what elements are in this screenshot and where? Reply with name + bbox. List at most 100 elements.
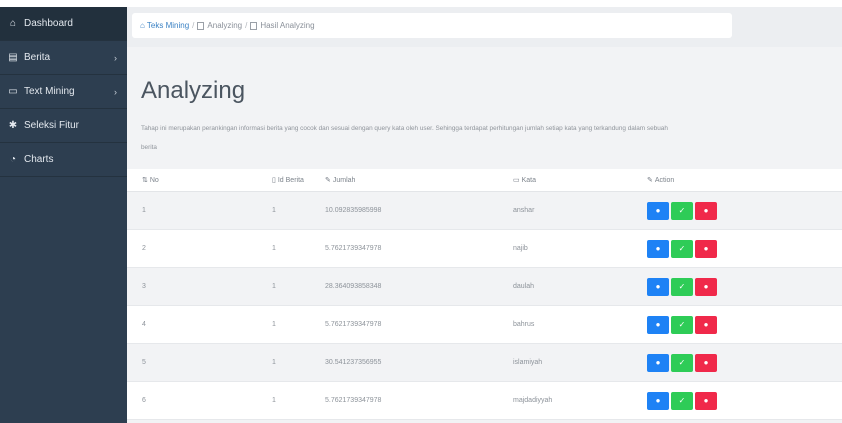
action-group: ● ✓ ● (647, 353, 842, 372)
trash-icon: ● (703, 396, 709, 405)
action-group: ● ✓ ● (647, 391, 842, 410)
sidebar-item-text-mining[interactable]: ▭ Text Mining › (0, 75, 127, 109)
cell-jumlah: 5.7621739347978 (325, 381, 513, 420)
edit-button[interactable]: ✓ (671, 391, 693, 410)
check-icon: ✓ (678, 244, 686, 253)
edit-button[interactable]: ✓ (671, 201, 693, 220)
top-bar: ⌂ Teks Mining / Analyzing / Hasil Analyz… (127, 7, 842, 47)
chevron-right-icon: › (114, 86, 117, 97)
action-group: ● ✓ ● (647, 277, 842, 296)
cell-no: 2 (127, 229, 272, 268)
cell-no: 1 (127, 191, 272, 230)
cell-id-berita: 1 (272, 267, 325, 306)
trash-icon: ● (703, 206, 709, 215)
cell-kata: najib (513, 229, 647, 268)
sidebar-item-dashboard[interactable]: ⌂ Dashboard (0, 7, 127, 41)
cell-id-berita: 1 (272, 191, 325, 230)
delete-button[interactable]: ● (695, 315, 717, 334)
view-button[interactable]: ● (647, 277, 669, 296)
page-description-continued: berita (141, 144, 157, 151)
delete-button[interactable]: ● (695, 391, 717, 410)
cell-jumlah: 10.092835985998 (325, 191, 513, 230)
breadcrumb-home[interactable]: ⌂ Teks Mining (140, 21, 189, 30)
sidebar-item-seleksi-fitur[interactable]: ✱ Seleksi Fitur (0, 109, 127, 143)
action-group: ● ✓ ● (647, 201, 842, 220)
delete-button[interactable]: ● (695, 239, 717, 258)
edit-button[interactable]: ✓ (671, 353, 693, 372)
edit-button[interactable]: ✓ (671, 277, 693, 296)
trash-icon: ● (703, 320, 709, 329)
cell-no: 3 (127, 267, 272, 306)
cell-action: ● ✓ ● (647, 267, 842, 306)
document-icon (197, 21, 205, 30)
table-row: 6 1 5.7621739347978 majdadiyyah ● ✓ ● (127, 381, 842, 420)
eye-icon: ● (655, 244, 661, 253)
eye-icon: ● (655, 320, 661, 329)
comment-icon: ▭ (513, 177, 520, 184)
analyzing-table: ⇅ No ▯ Id Berita ✎ Jumlah ▭ Kata ✎ Action 1 1 10.09… (127, 169, 842, 420)
cell-kata: daulah (513, 267, 647, 306)
pencil-icon: ✎ (325, 177, 331, 184)
cell-id-berita: 1 (272, 305, 325, 344)
column-header-label: Jumlah (332, 177, 356, 184)
cell-id-berita: 1 (272, 343, 325, 382)
sidebar-item-charts[interactable]: ◔ Charts (0, 143, 127, 177)
view-button[interactable]: ● (647, 315, 669, 334)
check-icon: ✓ (678, 358, 686, 367)
trash-icon: ● (703, 358, 709, 367)
eye-icon: ● (655, 282, 661, 291)
trash-icon: ● (703, 244, 709, 253)
check-icon: ✓ (678, 282, 686, 291)
breadcrumb-analyzing[interactable]: Analyzing (197, 21, 242, 30)
top-strip (0, 0, 842, 7)
id-card-icon: ▯ (272, 177, 276, 184)
table-row: 3 1 28.364093858348 daulah ● ✓ ● (127, 267, 842, 306)
column-header-label: Id Berita (277, 177, 304, 184)
cell-no: 6 (127, 381, 272, 420)
cell-action: ● ✓ ● (647, 305, 842, 344)
home-icon: ⌂ (140, 21, 145, 30)
cell-kata: anshar (513, 191, 647, 230)
view-button[interactable]: ● (647, 391, 669, 410)
view-button[interactable]: ● (647, 353, 669, 372)
table-row: 4 1 5.7621739347978 bahrus ● ✓ ● (127, 305, 842, 344)
breadcrumb-home-label: Teks Mining (146, 21, 190, 30)
breadcrumb: ⌂ Teks Mining / Analyzing / Hasil Analyz… (132, 13, 732, 38)
cell-no: 4 (127, 305, 272, 344)
breadcrumb-separator: / (192, 21, 195, 30)
check-icon: ✓ (678, 396, 686, 405)
view-button[interactable]: ● (647, 201, 669, 220)
column-header-jumlah[interactable]: ✎ Jumlah (325, 169, 513, 192)
table-body: 1 1 10.092835985998 anshar ● ✓ ● 2 1 5.7621739347… (127, 191, 842, 420)
column-header-kata[interactable]: ▭ Kata (513, 169, 647, 192)
chevron-right-icon: › (114, 52, 117, 63)
sidebar-item-label: Berita (24, 52, 51, 63)
edit-button[interactable]: ✓ (671, 239, 693, 258)
table-row: 5 1 30.541237356955 islamiyah ● ✓ ● (127, 343, 842, 382)
breadcrumb-analyzing-label: Analyzing (207, 21, 243, 30)
delete-button[interactable]: ● (695, 201, 717, 220)
gear-icon: ✱ (8, 120, 18, 131)
column-header-action[interactable]: ✎ Action (647, 169, 842, 192)
action-group: ● ✓ ● (647, 315, 842, 334)
sidebar-item-label: Seleksi Fitur (24, 120, 80, 131)
sidebar-item-berita[interactable]: ▤ Berita › (0, 41, 127, 75)
cell-kata: bahrus (513, 305, 647, 344)
sidebar-item-label: Text Mining (24, 86, 75, 97)
column-header-no[interactable]: ⇅ No (127, 169, 272, 192)
pencil-icon: ✎ (647, 177, 653, 184)
sidebar: ⌂ Dashboard ▤ Berita › ▭ Text Mining › ✱ Seleksi … (0, 7, 127, 423)
breadcrumb-separator: / (245, 21, 248, 30)
column-header-id-berita[interactable]: ▯ Id Berita (272, 169, 325, 192)
delete-button[interactable]: ● (695, 353, 717, 372)
cell-action: ● ✓ ● (647, 343, 842, 382)
table-header-row: ⇅ No ▯ Id Berita ✎ Jumlah ▭ Kata ✎ Action (127, 169, 842, 192)
cell-jumlah: 5.7621739347978 (325, 229, 513, 268)
breadcrumb-hasil-analyzing[interactable]: Hasil Analyzing (250, 21, 315, 30)
eye-icon: ● (655, 206, 661, 215)
view-button[interactable]: ● (647, 239, 669, 258)
cell-action: ● ✓ ● (647, 229, 842, 268)
edit-button[interactable]: ✓ (671, 315, 693, 334)
column-header-label: Action (654, 177, 675, 184)
delete-button[interactable]: ● (695, 277, 717, 296)
